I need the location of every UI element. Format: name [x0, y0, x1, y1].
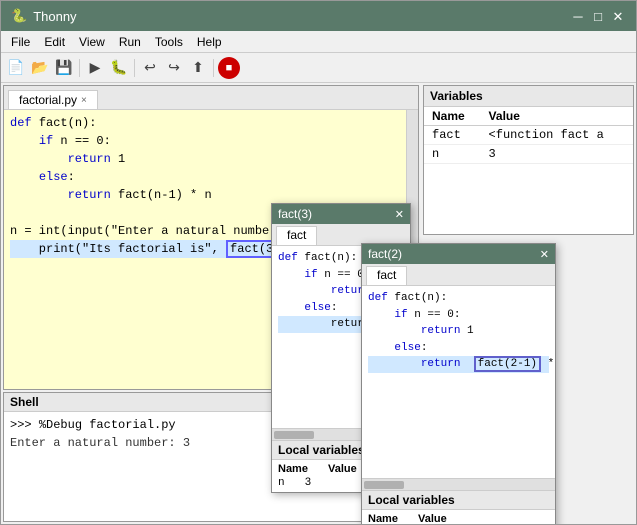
debug-title-fact2: fact(2) ✕ [362, 244, 555, 264]
code-line-1: def fact(n): [10, 114, 402, 132]
debug2-code-line-3: return 1 [368, 323, 549, 340]
menu-tools[interactable]: Tools [149, 33, 189, 51]
code-line-4: else: [10, 168, 402, 186]
debug-var-col-val-2: Value [418, 513, 447, 524]
prompt-symbol: >>> [10, 418, 32, 432]
debug-scrollbar-h-2[interactable] [362, 478, 555, 490]
tab-label: factorial.py [19, 93, 77, 107]
variables-header: Variables [424, 86, 633, 107]
scrollbar-thumb-2 [364, 481, 404, 489]
stop-button[interactable]: ■ [218, 57, 240, 79]
debug2-code-line-4: else: [368, 340, 549, 357]
shell-title: Shell [10, 395, 39, 409]
variables-section: Variables Name Value fact <function fact… [423, 85, 634, 235]
var-value-1: <function fact a [481, 126, 633, 145]
debug-button[interactable]: 🐛 [108, 57, 130, 79]
table-row: n 3 [424, 145, 633, 164]
step-into-button[interactable]: ↪ [163, 57, 185, 79]
close-button[interactable]: ✕ [610, 8, 626, 24]
debug-var-row-header-2: Name Value [368, 512, 549, 524]
menu-bar: File Edit View Run Tools Help [1, 31, 636, 53]
debug-title-label-2: fact(2) [368, 247, 402, 261]
scrollbar-thumb-3 [274, 431, 314, 439]
title-bar-controls: ─ □ ✕ [570, 8, 626, 24]
func-tab-bar-2: fact [362, 264, 555, 286]
debug-var-n-name-3: n [278, 477, 285, 489]
var-value-2: 3 [481, 145, 633, 164]
minimize-button[interactable]: ─ [570, 8, 586, 24]
code-line-3: return 1 [10, 150, 402, 168]
var-col-name: Name [424, 107, 481, 126]
debug-local-header-2: Local variables [362, 491, 555, 510]
debug-title-label-3: fact(3) [278, 207, 312, 221]
step-out-button[interactable]: ⬆ [187, 57, 209, 79]
func-tab-2[interactable]: fact [366, 266, 407, 285]
main-window: 🐍 Thonny ─ □ ✕ File Edit View Run Tools … [0, 0, 637, 525]
title-bar: 🐍 Thonny ─ □ ✕ [1, 1, 636, 31]
main-area: factorial.py × def fact(n): if n == 0: r… [1, 83, 636, 524]
tab-bar: factorial.py × [4, 86, 418, 110]
app-icon: 🐍 [11, 8, 27, 24]
menu-help[interactable]: Help [191, 33, 228, 51]
debug-close-2[interactable]: ✕ [540, 248, 549, 261]
code-line-5: return fact(n-1) * n [10, 186, 402, 204]
debug-code-2: def fact(n): if n == 0: return 1 else: r… [362, 286, 555, 478]
code-line-2: if n == 0: [10, 132, 402, 150]
debug-var-table-2: Name Value n 2 [362, 510, 555, 524]
toolbar-sep-1 [79, 59, 80, 77]
var-name-2: n [424, 145, 481, 164]
open-file-button[interactable]: 📂 [29, 57, 51, 79]
debug2-code-line-5: return fact(2-1) * n [368, 356, 549, 373]
app-title: Thonny [33, 9, 76, 24]
variables-table: Name Value fact <function fact a n 3 [424, 107, 633, 164]
debug-window-fact2: fact(2) ✕ fact def fact(n): if n == 0: r… [361, 243, 556, 524]
debug-local-vars-2: Local variables Name Value n 2 [362, 490, 555, 524]
menu-view[interactable]: View [73, 33, 111, 51]
debug-close-3[interactable]: ✕ [395, 208, 404, 221]
new-file-button[interactable]: 📄 [5, 57, 27, 79]
debug-var-col-name-2: Name [368, 513, 398, 524]
var-name-1: fact [424, 126, 481, 145]
editor-tab[interactable]: factorial.py × [8, 90, 98, 109]
title-bar-left: 🐍 Thonny [11, 8, 77, 24]
debug2-code-line-2: if n == 0: [368, 307, 549, 324]
step-over-button[interactable]: ↩ [139, 57, 161, 79]
save-file-button[interactable]: 💾 [53, 57, 75, 79]
toolbar: 📄 📂 💾 ▶ 🐛 ↩ ↪ ⬆ ■ [1, 53, 636, 83]
var-col-value: Value [481, 107, 633, 126]
toolbar-sep-3 [213, 59, 214, 77]
menu-run[interactable]: Run [113, 33, 147, 51]
menu-edit[interactable]: Edit [38, 33, 71, 51]
debug-var-col-val-3: Value [328, 463, 357, 475]
table-row: fact <function fact a [424, 126, 633, 145]
func-tab-3[interactable]: fact [276, 226, 317, 245]
menu-file[interactable]: File [5, 33, 36, 51]
maximize-button[interactable]: □ [590, 8, 606, 24]
debug-var-col-name-3: Name [278, 463, 308, 475]
toolbar-sep-2 [134, 59, 135, 77]
shell-command: %Debug factorial.py [39, 418, 176, 432]
debug-var-n-val-3: 3 [305, 477, 312, 489]
run-button[interactable]: ▶ [84, 57, 106, 79]
tab-close-button[interactable]: × [81, 95, 87, 106]
debug2-code-line-1: def fact(n): [368, 290, 549, 307]
stop-icon: ■ [226, 62, 233, 74]
debug-title-fact3: fact(3) ✕ [272, 204, 410, 224]
